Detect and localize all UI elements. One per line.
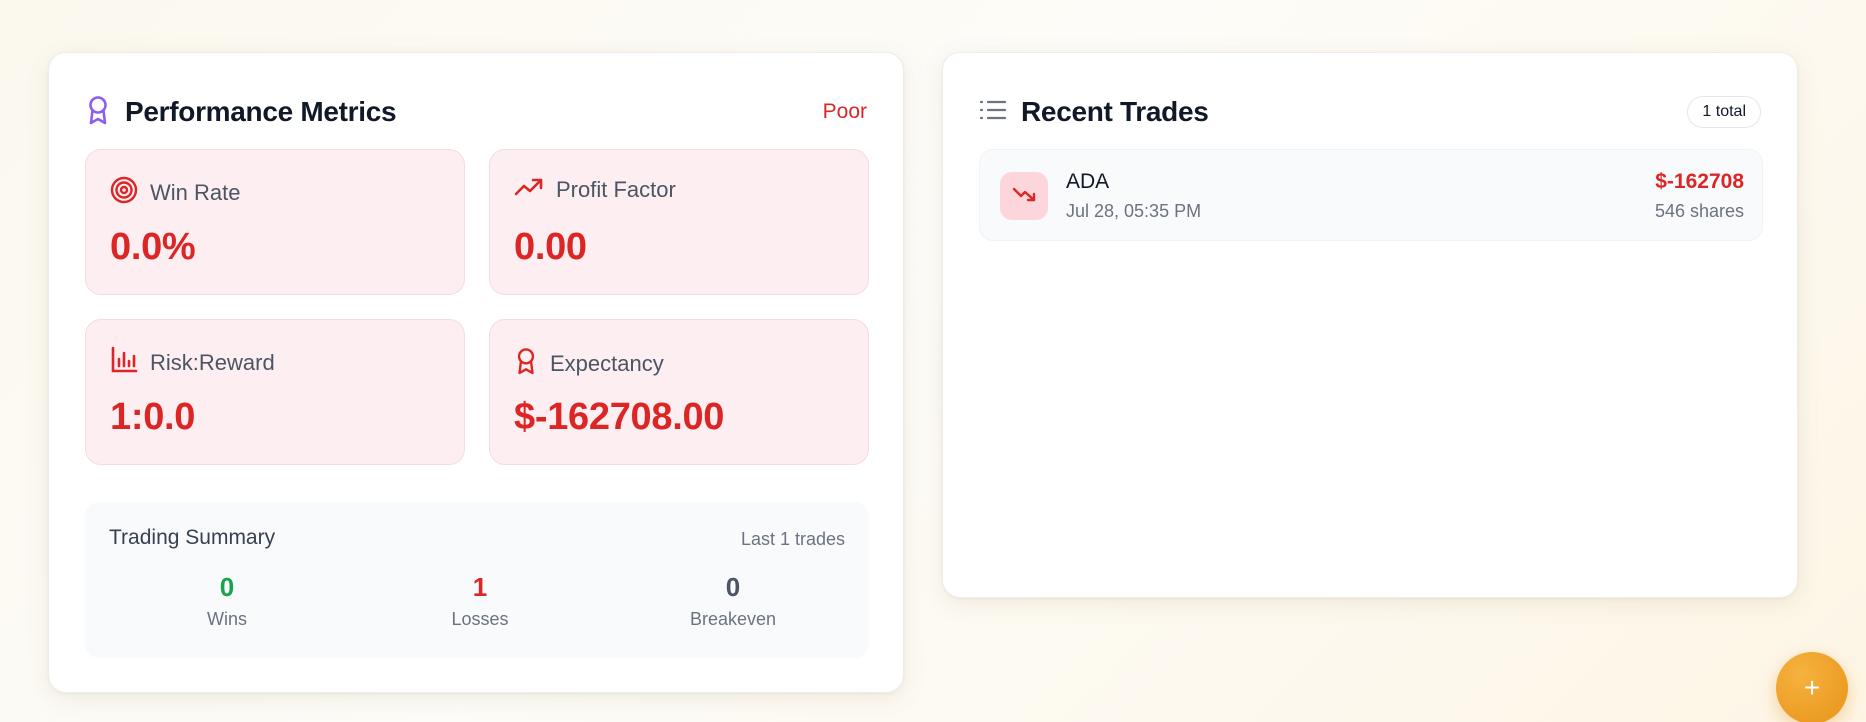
trade-symbol: ADA [1066, 170, 1110, 193]
metric-value: 0.0% [110, 226, 196, 268]
metric-value: 1:0.0 [110, 396, 196, 438]
summary-subtitle: Last 1 trades [740, 529, 845, 549]
target-icon [110, 176, 138, 209]
stat-losses: 1 Losses [380, 572, 580, 630]
metric-label: Risk:Reward [150, 349, 275, 375]
metric-risk-reward: Risk:Reward 1:0.0 [85, 319, 465, 465]
breakeven-count: 0 [725, 572, 741, 602]
recent-trades-title: Recent Trades [1021, 96, 1209, 127]
trade-pnl: $-162708 [1655, 170, 1744, 193]
losses-label: Losses [451, 609, 509, 629]
losses-count: 1 [472, 572, 488, 602]
metric-expectancy: Expectancy $-162708.00 [489, 319, 869, 465]
plus-icon: + [1803, 672, 1821, 703]
list-icon [979, 98, 1007, 127]
award-icon [85, 95, 111, 130]
bar-chart-icon [110, 346, 138, 379]
stat-wins: 0 Wins [127, 572, 327, 630]
metric-label: Profit Factor [556, 176, 676, 202]
breakeven-label: Breakeven [689, 609, 777, 629]
trending-down-icon [1012, 185, 1036, 208]
trending-up-icon [514, 176, 544, 203]
metric-profit-factor: Profit Factor 0.00 [489, 149, 869, 295]
metric-value: $-162708.00 [514, 396, 725, 438]
trade-shares: 546 shares [1654, 201, 1744, 221]
recent-trades-header: Recent Trades 1 total [979, 93, 1761, 131]
wins-count: 0 [219, 572, 235, 602]
trade-datetime: Jul 28, 05:35 PM [1066, 201, 1202, 221]
stat-breakeven: 0 Breakeven [633, 572, 833, 630]
summary-title: Trading Summary [109, 526, 276, 549]
trade-row[interactable]: ADA Jul 28, 05:35 PM $-162708 546 shares [979, 149, 1763, 241]
metric-win-rate: Win Rate 0.0% [85, 149, 465, 295]
award-icon [514, 346, 538, 381]
recent-trades-card: Recent Trades 1 total ADA Jul 28, 05:35 … [942, 52, 1798, 598]
performance-header: Performance Metrics Poor [85, 93, 867, 131]
trade-direction-badge [1000, 172, 1048, 220]
wins-label: Wins [207, 609, 247, 629]
metric-label: Win Rate [150, 179, 241, 205]
metric-value: 0.00 [514, 226, 587, 268]
metric-label: Expectancy [550, 350, 664, 376]
performance-rating: Poor [822, 100, 867, 123]
performance-metrics-card: Performance Metrics Poor Win Rate 0.0% P… [48, 52, 904, 693]
total-badge: 1 total [1687, 96, 1761, 128]
add-trade-button[interactable]: + [1776, 652, 1848, 722]
performance-title: Performance Metrics [125, 96, 397, 127]
trading-summary: Trading Summary Last 1 trades 0 Wins 1 L… [85, 502, 869, 658]
